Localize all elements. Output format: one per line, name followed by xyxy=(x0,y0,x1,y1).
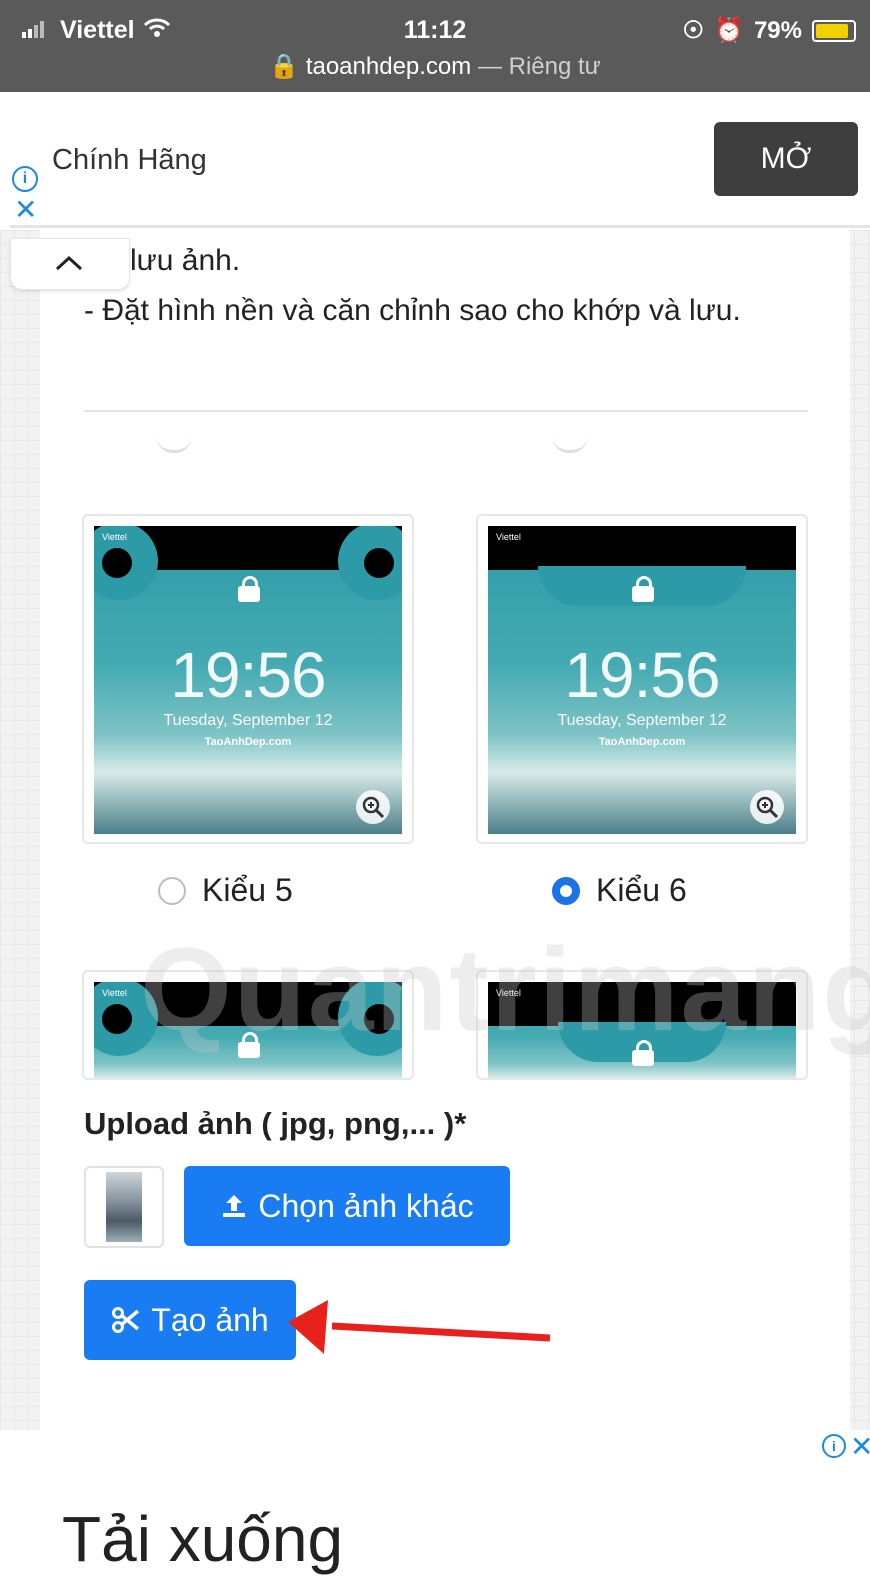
create-image-button[interactable]: Tạo ảnh xyxy=(84,1280,296,1360)
preview-carrier: Viettel xyxy=(102,988,127,998)
style-option-6[interactable]: Kiểu 6 xyxy=(552,872,687,909)
lock-icon xyxy=(238,576,260,602)
collapse-toggle[interactable] xyxy=(10,238,130,290)
ad-info-icon[interactable]: i xyxy=(822,1434,846,1458)
instructions-text: lưu ảnh. - Đặt hình nền và căn chỉnh sao… xyxy=(84,236,784,336)
upload-icon xyxy=(223,1195,246,1217)
lockscreen-preview: Viettel 19:56 Tuesday, September 12 TaoA… xyxy=(94,526,402,834)
battery-percent: 79% xyxy=(753,16,802,44)
ad-close-icon[interactable]: ✕ xyxy=(14,196,37,224)
url-domain: taoanhdep.com xyxy=(305,53,472,80)
location-icon: ☉ xyxy=(682,17,705,44)
style-label: Kiểu 5 xyxy=(202,872,293,908)
preview-carrier: Viettel xyxy=(496,532,521,542)
preview-clock: 19:56 xyxy=(564,639,720,711)
radio-button[interactable] xyxy=(158,876,186,905)
style-preview-5[interactable]: Viettel 19:56 Tuesday, September 12 TaoA… xyxy=(82,514,414,844)
preview-carrier: Viettel xyxy=(102,532,127,542)
instruction-line-1: lưu ảnh. xyxy=(130,244,241,277)
style-option-5[interactable]: Kiểu 5 xyxy=(158,872,293,909)
style-preview-6[interactable]: Viettel 19:56 Tuesday, September 12 TaoA… xyxy=(476,514,808,844)
style-label: Kiểu 6 xyxy=(596,872,687,908)
download-heading: Tải xuống xyxy=(62,1503,344,1575)
upload-label: Upload ảnh ( jpg, png,... )* xyxy=(84,1106,467,1141)
ad-close-icon[interactable]: ✕ xyxy=(850,1430,870,1463)
preview-date: Tuesday, September 12 xyxy=(163,712,333,729)
zoom-icon[interactable] xyxy=(750,790,784,824)
create-image-label: Tạo ảnh xyxy=(151,1301,269,1338)
status-bar: Viettel 11:12 🔒 taoanhdep.com — Riêng tư… xyxy=(0,0,870,92)
lock-icon xyxy=(632,576,654,602)
divider xyxy=(84,410,808,412)
zoom-icon[interactable] xyxy=(356,790,390,824)
chevron-up-icon xyxy=(55,255,83,271)
preview-date: Tuesday, September 12 xyxy=(557,712,727,729)
address-bar[interactable]: 🔒 taoanhdep.com — Riêng tư xyxy=(0,52,870,81)
preview-site: TaoAnhDep.com xyxy=(598,736,686,748)
watermark: Quantrimang xyxy=(140,924,870,1056)
lock-icon: 🔒 xyxy=(269,53,300,80)
lockscreen-preview: Viettel 19:56 Tuesday, September 12 TaoA… xyxy=(488,526,796,834)
ad-info-icon[interactable]: i xyxy=(12,166,38,192)
url-privacy: — Riêng tư xyxy=(477,53,601,80)
scissors-icon xyxy=(112,1307,140,1333)
radio-button-selected[interactable] xyxy=(552,876,580,905)
preview-site: TaoAnhDep.com xyxy=(204,736,292,748)
alarm-icon: ⏰ xyxy=(714,17,744,44)
uploaded-image-thumbnail xyxy=(84,1166,164,1248)
choose-image-button[interactable]: Chọn ảnh khác xyxy=(184,1166,510,1246)
status-right: ☉ ⏰ 79% xyxy=(683,16,856,45)
preview-clock: 19:56 xyxy=(170,639,326,711)
annotation-arrow xyxy=(288,1300,551,1354)
battery-icon xyxy=(812,19,856,42)
choose-image-label: Chọn ảnh khác xyxy=(258,1187,474,1224)
ad-open-button[interactable]: MỞ xyxy=(714,122,858,196)
top-ad-banner[interactable]: Chính Hãng MỞ i ✕ xyxy=(10,100,870,228)
ad-text: Chính Hãng xyxy=(52,144,207,176)
instruction-line-2: - Đặt hình nền và căn chỉnh sao cho khớp… xyxy=(84,294,741,327)
